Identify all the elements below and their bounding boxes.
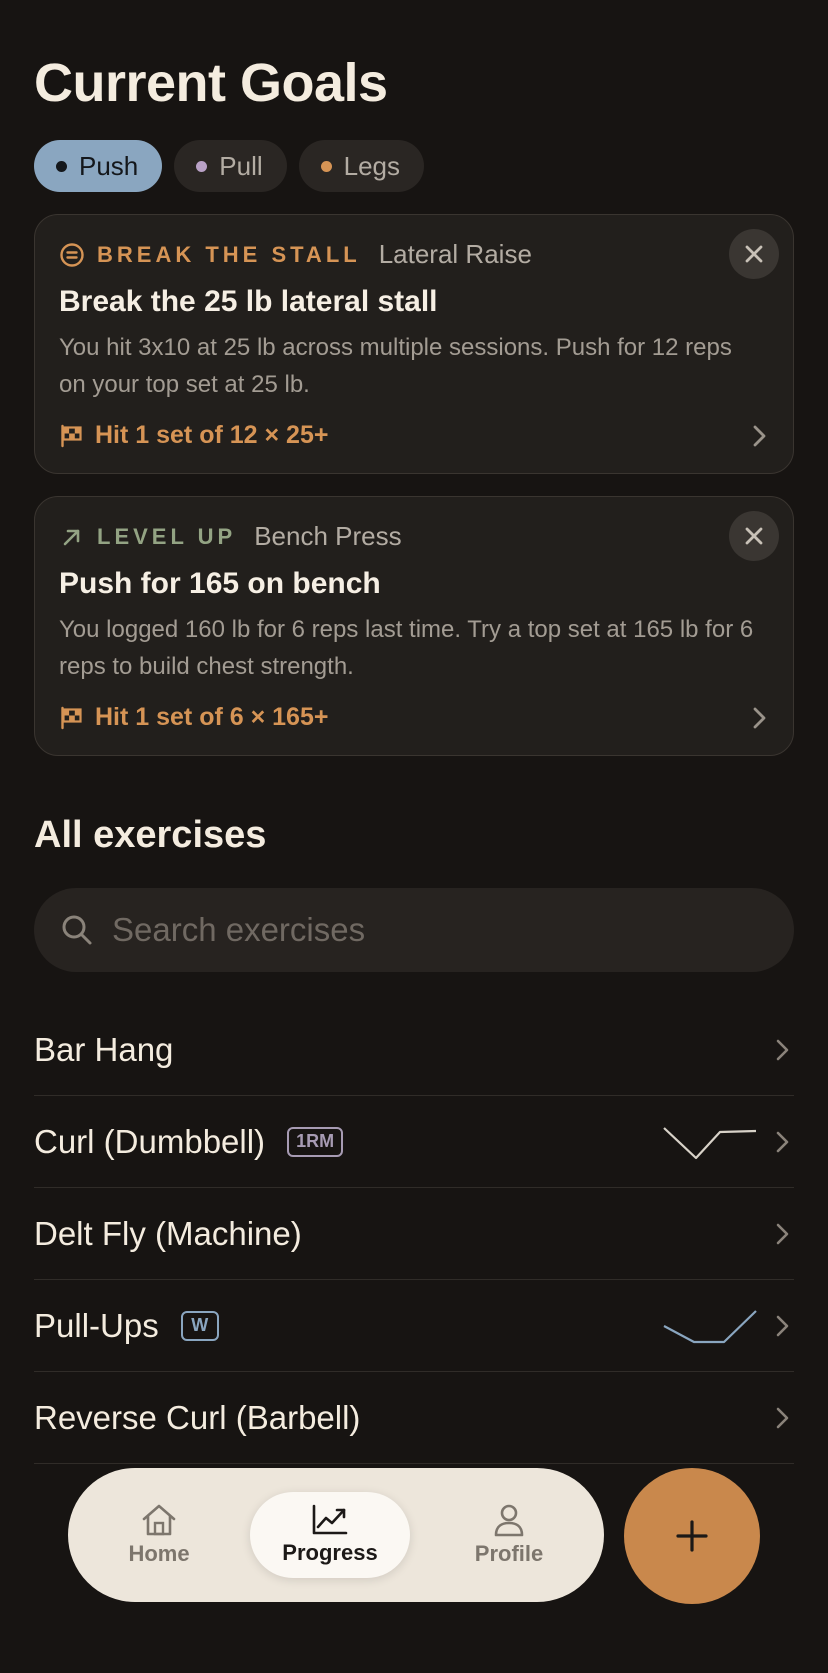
goal-target-label: Hit 1 set of 12 × 25+ xyxy=(95,421,329,449)
tab-label: Progress xyxy=(282,1540,378,1565)
filter-dot xyxy=(196,160,208,172)
exercise-list: Bar Hang Curl (Dumbbell) 1RM Delt Fly (M… xyxy=(34,1004,794,1464)
add-workout-button[interactable] xyxy=(624,1468,760,1604)
filter-chip-pull[interactable]: Pull xyxy=(174,140,287,192)
section-title: All exercises xyxy=(34,814,267,856)
goal-badge-row: LEVEL UP Bench Press xyxy=(59,521,402,552)
goal-target: Hit 1 set of 12 × 25+ xyxy=(59,421,328,450)
filter-chip-push[interactable]: Push xyxy=(34,140,163,192)
goal-badge-row: BREAK THE STALL Lateral Raise xyxy=(59,239,532,270)
tab-profile[interactable]: Profile xyxy=(434,1492,584,1578)
home-icon xyxy=(142,1504,176,1536)
filter-dot xyxy=(56,160,67,172)
chevron-right-icon xyxy=(776,1039,789,1061)
goal-description: You hit 3x10 at 25 lb across multiple se… xyxy=(59,334,732,398)
plus-icon xyxy=(676,1520,708,1552)
exercise-name: Delt Fly (Machine) xyxy=(34,1214,302,1252)
equals-circle-icon xyxy=(59,242,85,268)
progress-screen: Current Goals Push Pull Legs BREAK THE S… xyxy=(0,0,828,1673)
trend-sparkline xyxy=(663,1310,757,1344)
chevron-right-icon xyxy=(753,707,766,729)
goal-target-label: Hit 1 set of 6 × 165+ xyxy=(95,703,329,731)
goal-exercise-name: Lateral Raise xyxy=(378,239,532,269)
list-item[interactable]: Reverse Curl (Barbell) xyxy=(34,1372,794,1464)
dismiss-goal-button[interactable] xyxy=(729,229,779,279)
filter-label: Legs xyxy=(343,150,401,181)
goal-headline: Push for 165 on bench xyxy=(59,567,381,600)
list-item[interactable]: Bar Hang xyxy=(34,1004,794,1096)
goal-exercise-name: Bench Press xyxy=(254,521,402,551)
close-icon xyxy=(745,527,763,545)
list-item[interactable]: Curl (Dumbbell) 1RM xyxy=(34,1096,794,1188)
person-icon xyxy=(494,1504,524,1537)
tab-label: Home xyxy=(128,1541,190,1566)
chart-trend-icon xyxy=(312,1504,348,1535)
filter-label: Push xyxy=(79,150,139,181)
trend-sparkline xyxy=(663,1127,757,1160)
one-rep-max-badge: 1RM xyxy=(287,1126,344,1157)
filter-label: Pull xyxy=(219,150,263,181)
goal-headline: Break the 25 lb lateral stall xyxy=(59,285,438,318)
chevron-right-icon xyxy=(776,1407,789,1429)
chevron-right-icon xyxy=(776,1315,789,1337)
weighted-badge: W xyxy=(180,1310,219,1341)
chevron-right-icon xyxy=(776,1223,789,1245)
goal-type-label: BREAK THE STALL xyxy=(97,241,361,267)
goal-target: Hit 1 set of 6 × 165+ xyxy=(59,703,328,732)
goal-description: You logged 160 lb for 6 reps last time. … xyxy=(59,616,754,680)
muscle-group-filters: Push Pull Legs xyxy=(34,140,425,192)
goal-card[interactable]: BREAK THE STALL Lateral Raise Break the … xyxy=(34,214,794,474)
checkered-flag-icon xyxy=(61,706,82,729)
search-input[interactable] xyxy=(112,911,752,949)
checkered-flag-icon xyxy=(61,424,82,447)
chevron-right-icon xyxy=(776,1131,789,1153)
filter-chip-legs[interactable]: Legs xyxy=(298,140,425,192)
goal-type-label: LEVEL UP xyxy=(97,523,237,549)
tab-home[interactable]: Home xyxy=(90,1492,228,1578)
close-icon xyxy=(745,245,763,263)
search-bar[interactable] xyxy=(34,888,794,972)
arrow-up-right-icon xyxy=(59,524,85,550)
search-icon xyxy=(62,915,92,945)
filter-dot xyxy=(320,160,332,172)
exercise-name: Curl (Dumbbell) xyxy=(34,1122,266,1160)
tab-label: Profile xyxy=(474,1541,544,1566)
exercise-name: Reverse Curl (Barbell) xyxy=(34,1398,361,1436)
dismiss-goal-button[interactable] xyxy=(729,511,779,561)
list-item[interactable]: Pull-Ups W xyxy=(34,1280,794,1372)
chevron-right-icon xyxy=(753,425,766,447)
tab-progress[interactable]: Progress xyxy=(250,1492,410,1578)
goal-card[interactable]: LEVEL UP Bench Press Push for 165 on ben… xyxy=(34,496,794,756)
bottom-tab-bar: Home Progress Profile xyxy=(68,1468,604,1602)
page-title: Current Goals xyxy=(34,53,388,113)
list-item[interactable]: Delt Fly (Machine) xyxy=(34,1188,794,1280)
exercise-name: Bar Hang xyxy=(34,1030,174,1068)
exercise-name: Pull-Ups xyxy=(34,1306,159,1344)
